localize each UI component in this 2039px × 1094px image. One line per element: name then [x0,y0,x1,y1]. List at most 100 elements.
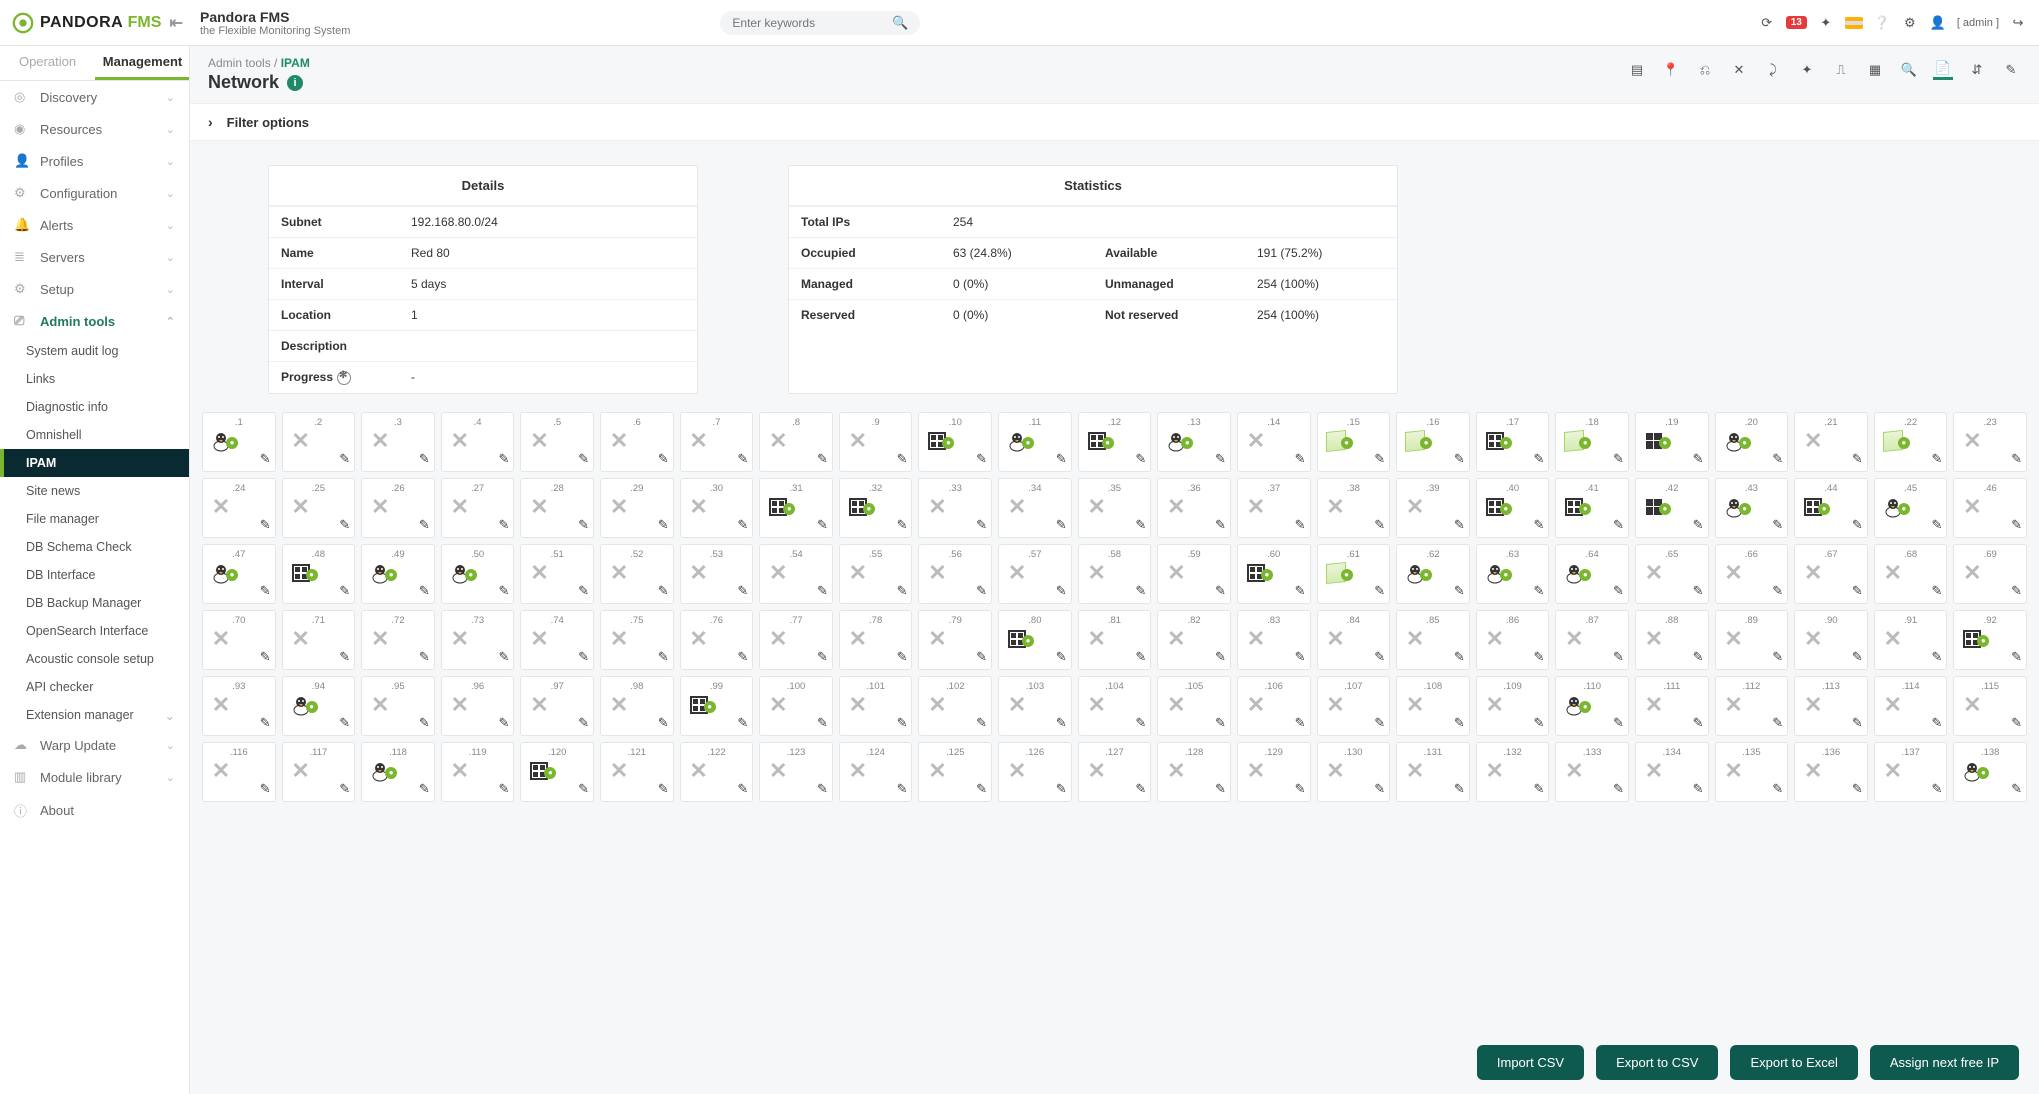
edit-icon[interactable]: ✎ [1295,583,1306,599]
ip-cell-63[interactable]: .63 ● ✎ [1476,544,1550,604]
ip-cell-116[interactable]: .116 ✕ ✎ [202,742,276,802]
ip-cell-80[interactable]: .80 ● ✎ [998,610,1072,670]
edit-icon[interactable]: ✎ [1613,715,1624,731]
ip-cell-4[interactable]: .4 ✕ ✎ [441,412,515,472]
ip-cell-64[interactable]: .64 ● ✎ [1555,544,1629,604]
tool-sheet-icon[interactable]: 📄 [1933,60,1953,80]
ip-cell-96[interactable]: .96 ✕ ✎ [441,676,515,736]
edit-icon[interactable]: ✎ [419,517,430,533]
ip-cell-42[interactable]: .42 ● ✎ [1635,478,1709,538]
ip-cell-14[interactable]: .14 ✕ ✎ [1237,412,1311,472]
ip-cell-106[interactable]: .106 ✕ ✎ [1237,676,1311,736]
ip-cell-125[interactable]: .125 ✕ ✎ [918,742,992,802]
edit-icon[interactable]: ✎ [897,715,908,731]
ip-cell-30[interactable]: .30 ✕ ✎ [680,478,754,538]
ip-cell-85[interactable]: .85 ✕ ✎ [1396,610,1470,670]
edit-icon[interactable]: ✎ [1772,715,1783,731]
ip-cell-15[interactable]: .15 ● ✎ [1317,412,1391,472]
tab-management[interactable]: Management [95,46,190,80]
edit-icon[interactable]: ✎ [1295,649,1306,665]
edit-icon[interactable]: ✎ [1533,649,1544,665]
edit-icon[interactable]: ✎ [817,583,828,599]
ip-cell-29[interactable]: .29 ✕ ✎ [600,478,674,538]
edit-icon[interactable]: ✎ [1852,451,1863,467]
edit-icon[interactable]: ✎ [1374,649,1385,665]
edit-icon[interactable]: ✎ [1215,583,1226,599]
tool-note-icon[interactable]: ▦ [1865,60,1885,80]
ip-cell-98[interactable]: .98 ✕ ✎ [600,676,674,736]
sidebar-item-profiles[interactable]: 👤 Profiles ⌄ [0,145,189,177]
edit-icon[interactable]: ✎ [260,715,271,731]
ip-cell-41[interactable]: .41 ● ✎ [1555,478,1629,538]
ip-cell-121[interactable]: .121 ✕ ✎ [600,742,674,802]
sidebar-item-setup[interactable]: ⚙ Setup ⌄ [0,273,189,305]
edit-icon[interactable]: ✎ [976,715,987,731]
sidebar-item-alerts[interactable]: 🔔 Alerts ⌄ [0,209,189,241]
ip-cell-132[interactable]: .132 ✕ ✎ [1476,742,1550,802]
ip-cell-16[interactable]: .16 ● ✎ [1396,412,1470,472]
sidebar-sub-db schema check[interactable]: DB Schema Check [0,533,189,561]
ip-cell-75[interactable]: .75 ✕ ✎ [600,610,674,670]
edit-icon[interactable]: ✎ [2011,715,2022,731]
edit-icon[interactable]: ✎ [1374,715,1385,731]
edit-icon[interactable]: ✎ [897,781,908,797]
ip-cell-71[interactable]: .71 ✕ ✎ [282,610,356,670]
edit-icon[interactable]: ✎ [976,649,987,665]
edit-icon[interactable]: ✎ [1215,781,1226,797]
edit-icon[interactable]: ✎ [1295,715,1306,731]
edit-icon[interactable]: ✎ [499,517,510,533]
ip-cell-117[interactable]: .117 ✕ ✎ [282,742,356,802]
edit-icon[interactable]: ✎ [1533,517,1544,533]
ip-cell-36[interactable]: .36 ✕ ✎ [1157,478,1231,538]
tool-pin-icon[interactable]: 📍 [1661,60,1681,80]
edit-icon[interactable]: ✎ [1613,451,1624,467]
ip-cell-100[interactable]: .100 ✕ ✎ [759,676,833,736]
ip-cell-24[interactable]: .24 ✕ ✎ [202,478,276,538]
ip-cell-28[interactable]: .28 ✕ ✎ [520,478,594,538]
edit-icon[interactable]: ✎ [499,583,510,599]
edit-icon[interactable]: ✎ [1295,781,1306,797]
tool-shuffle-icon[interactable]: ✕ [1729,60,1749,80]
edit-icon[interactable]: ✎ [737,781,748,797]
edit-icon[interactable]: ✎ [1772,451,1783,467]
ip-cell-124[interactable]: .124 ✕ ✎ [839,742,913,802]
sidebar-sub-file manager[interactable]: File manager [0,505,189,533]
edit-icon[interactable]: ✎ [897,517,908,533]
collapse-sidebar-icon[interactable]: ⇤ [169,13,182,33]
sidebar-sub-site news[interactable]: Site news [0,477,189,505]
ip-cell-11[interactable]: .11 ● ✎ [998,412,1072,472]
edit-icon[interactable]: ✎ [339,781,350,797]
edit-icon[interactable]: ✎ [578,715,589,731]
ip-cell-44[interactable]: .44 ● ✎ [1794,478,1868,538]
edit-icon[interactable]: ✎ [976,517,987,533]
user-icon[interactable]: 👤 [1929,14,1947,32]
edit-icon[interactable]: ✎ [1295,517,1306,533]
sidebar-item-about[interactable]: ⓘ About [0,793,189,828]
edit-icon[interactable]: ✎ [658,649,669,665]
ip-cell-57[interactable]: .57 ✕ ✎ [998,544,1072,604]
ip-cell-93[interactable]: .93 ✕ ✎ [202,676,276,736]
ip-cell-3[interactable]: .3 ✕ ✎ [361,412,435,472]
ip-cell-128[interactable]: .128 ✕ ✎ [1157,742,1231,802]
edit-icon[interactable]: ✎ [1772,517,1783,533]
edit-icon[interactable]: ✎ [578,583,589,599]
ip-cell-79[interactable]: .79 ✕ ✎ [918,610,992,670]
edit-icon[interactable]: ✎ [499,451,510,467]
ip-cell-99[interactable]: .99 ● ✎ [680,676,754,736]
ip-cell-22[interactable]: .22 ● ✎ [1874,412,1948,472]
ip-cell-51[interactable]: .51 ✕ ✎ [520,544,594,604]
ip-cell-134[interactable]: .134 ✕ ✎ [1635,742,1709,802]
edit-icon[interactable]: ✎ [1931,451,1942,467]
tool-network-icon[interactable]: ⎌ [1695,60,1715,80]
edit-icon[interactable]: ✎ [1931,583,1942,599]
edit-icon[interactable]: ✎ [1374,517,1385,533]
ip-cell-25[interactable]: .25 ✕ ✎ [282,478,356,538]
edit-icon[interactable]: ✎ [260,781,271,797]
edit-icon[interactable]: ✎ [1613,517,1624,533]
ip-cell-123[interactable]: .123 ✕ ✎ [759,742,833,802]
edit-icon[interactable]: ✎ [578,781,589,797]
ip-cell-9[interactable]: .9 ✕ ✎ [839,412,913,472]
edit-icon[interactable]: ✎ [897,451,908,467]
ip-cell-47[interactable]: .47 ● ✎ [202,544,276,604]
ip-cell-74[interactable]: .74 ✕ ✎ [520,610,594,670]
